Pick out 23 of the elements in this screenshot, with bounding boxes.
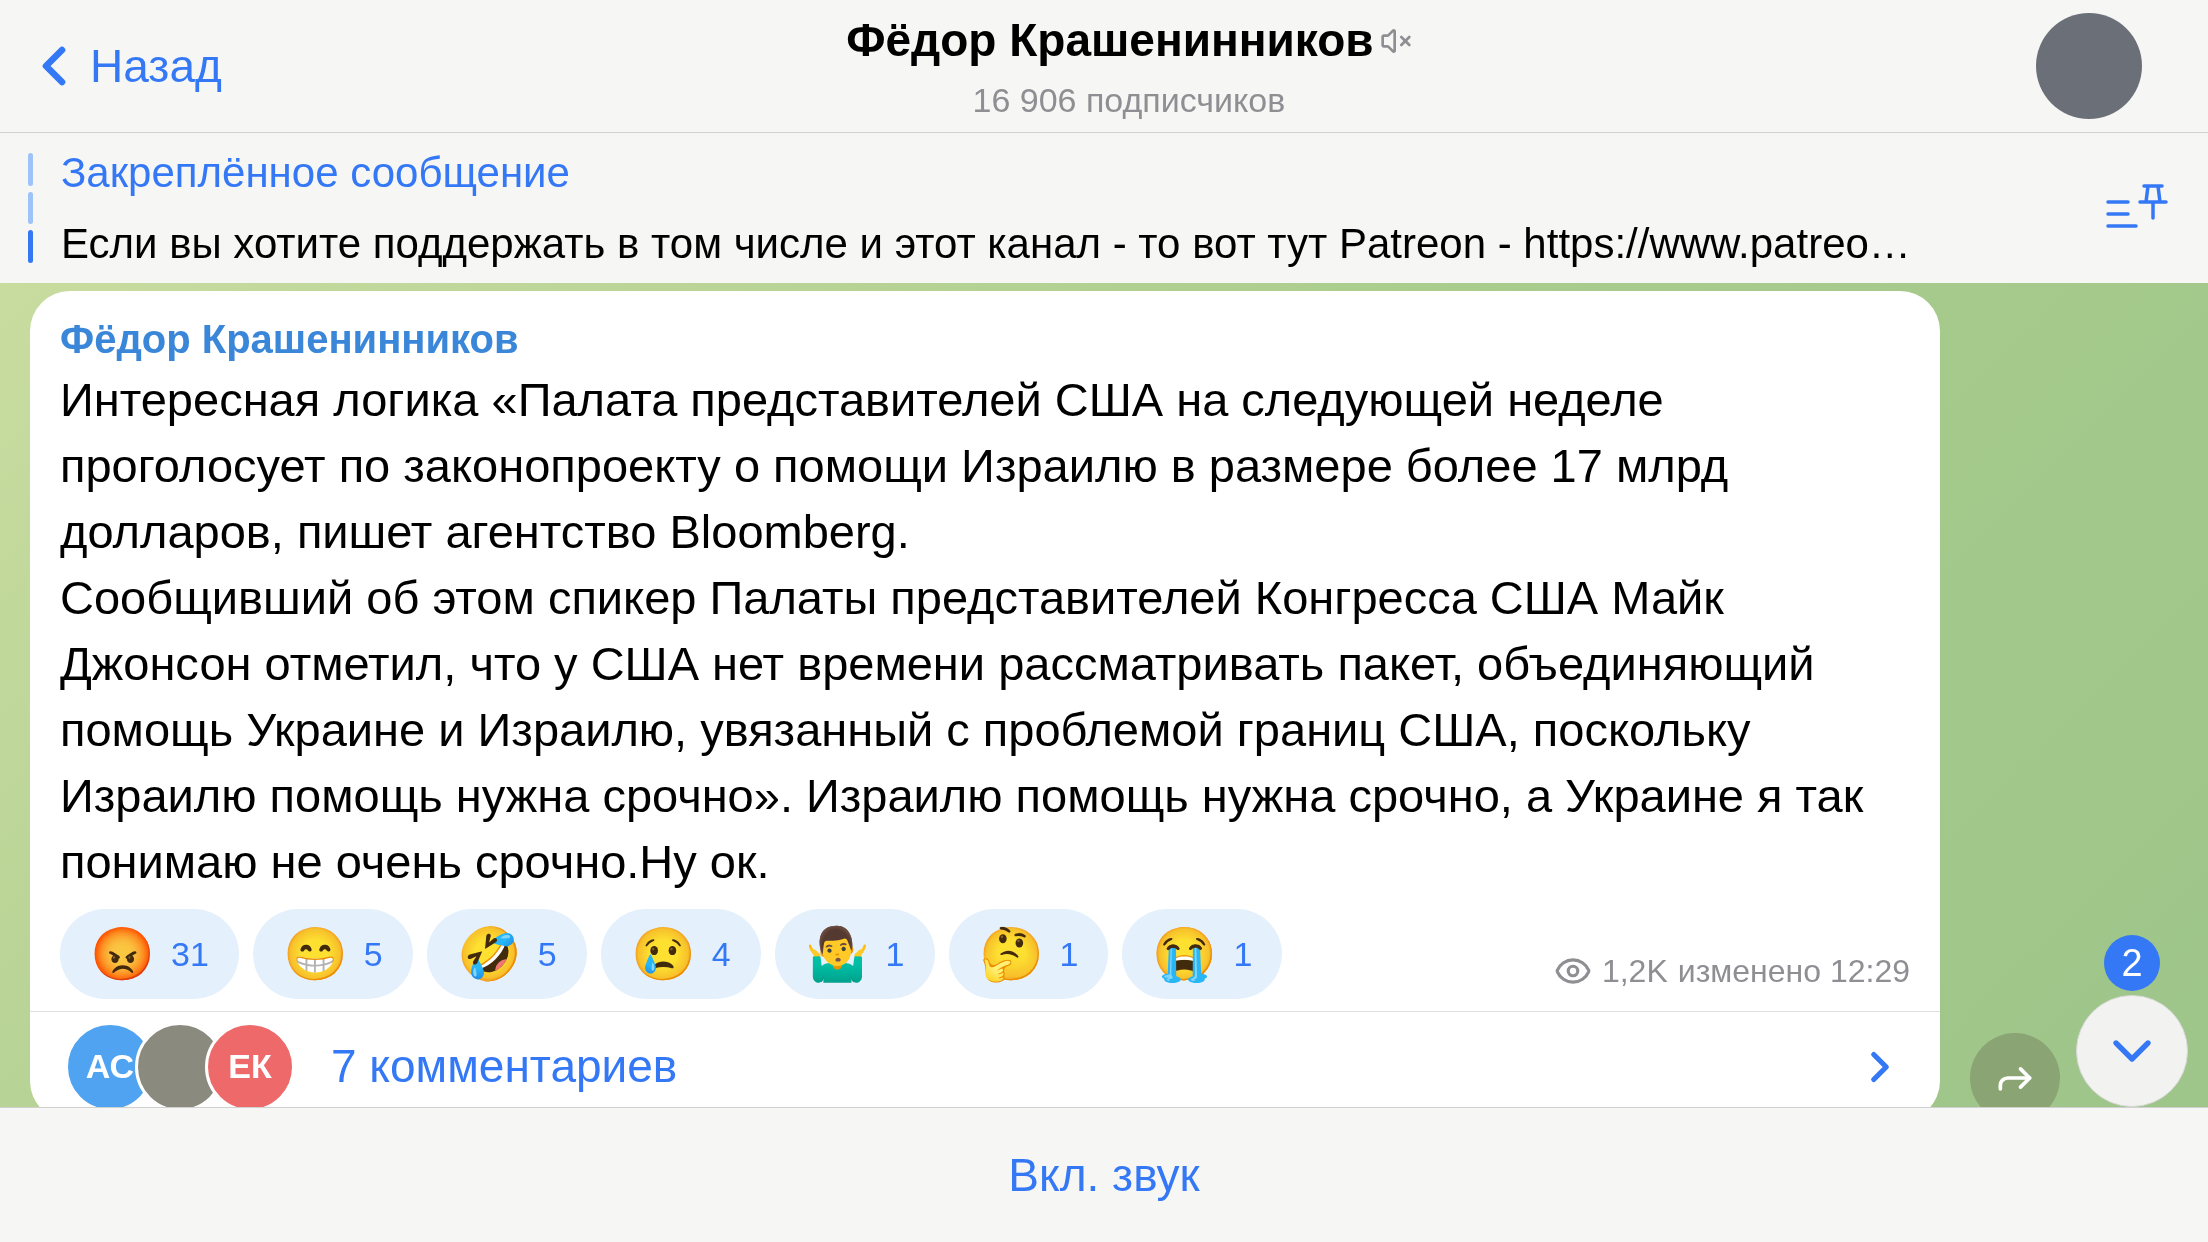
message-text: Сообщивший об этом спикер Палаты представителей Конгресса США Майк Джонсон отметил, что у США нет времени рассматривать пакет, объединяющий помощь Украине и Израилю, увязанный с проблемой границ США, поскольку Израилю помощь нужна срочно». Израилю помощь нужна срочно, а Украине я так понимаю не очень срочно.Ну ок. <box>60 570 1865 890</box>
reaction-chip[interactable]: 😁 5 <box>252 909 413 999</box>
reaction-chip[interactable]: 🤔 1 <box>948 909 1109 999</box>
pin-indicator <box>28 230 33 263</box>
unread-badge: 2 <box>2104 935 2160 991</box>
reaction-chip[interactable]: 🤷‍♂ 1 <box>774 909 935 999</box>
message-text: Интересная логика «Палата представителей США на следующей неделе проголосует по законопроекту о помощи Израилю в размере более 17 млрд долларов, пишет агентство Bloomberg. <box>60 372 1730 560</box>
reaction-chip[interactable]: 🤣 5 <box>426 909 587 999</box>
pin-indicator <box>28 191 33 225</box>
comments-link[interactable]: 7 комментариев <box>331 1032 678 1101</box>
reaction-chip[interactable]: 😢 4 <box>600 909 761 999</box>
view-count: 1,2K <box>1601 952 1668 991</box>
reaction-chip[interactable]: 😭 1 <box>1122 909 1283 999</box>
message-author: Фёдор Крашенинников <box>60 316 520 363</box>
pinned-text: Если вы хотите поддержать в том числе и этот канал - то вот тут Patreon - https://www.patreo… <box>61 219 1912 269</box>
reaction-chip[interactable]: 😡 31 <box>60 909 239 999</box>
unmute-button[interactable]: Вкл. звук <box>1008 1140 1200 1210</box>
pin-indicator <box>28 153 33 186</box>
channel-title: Фёдор Крашенинников <box>846 13 1374 68</box>
back-button[interactable]: Назад <box>22 31 222 101</box>
subscriber-count: 16 906 подписчиков <box>972 80 1286 121</box>
edited-time: изменено 12:29 <box>1677 952 1910 991</box>
pinned-title: Закреплённое сообщение <box>61 148 571 198</box>
